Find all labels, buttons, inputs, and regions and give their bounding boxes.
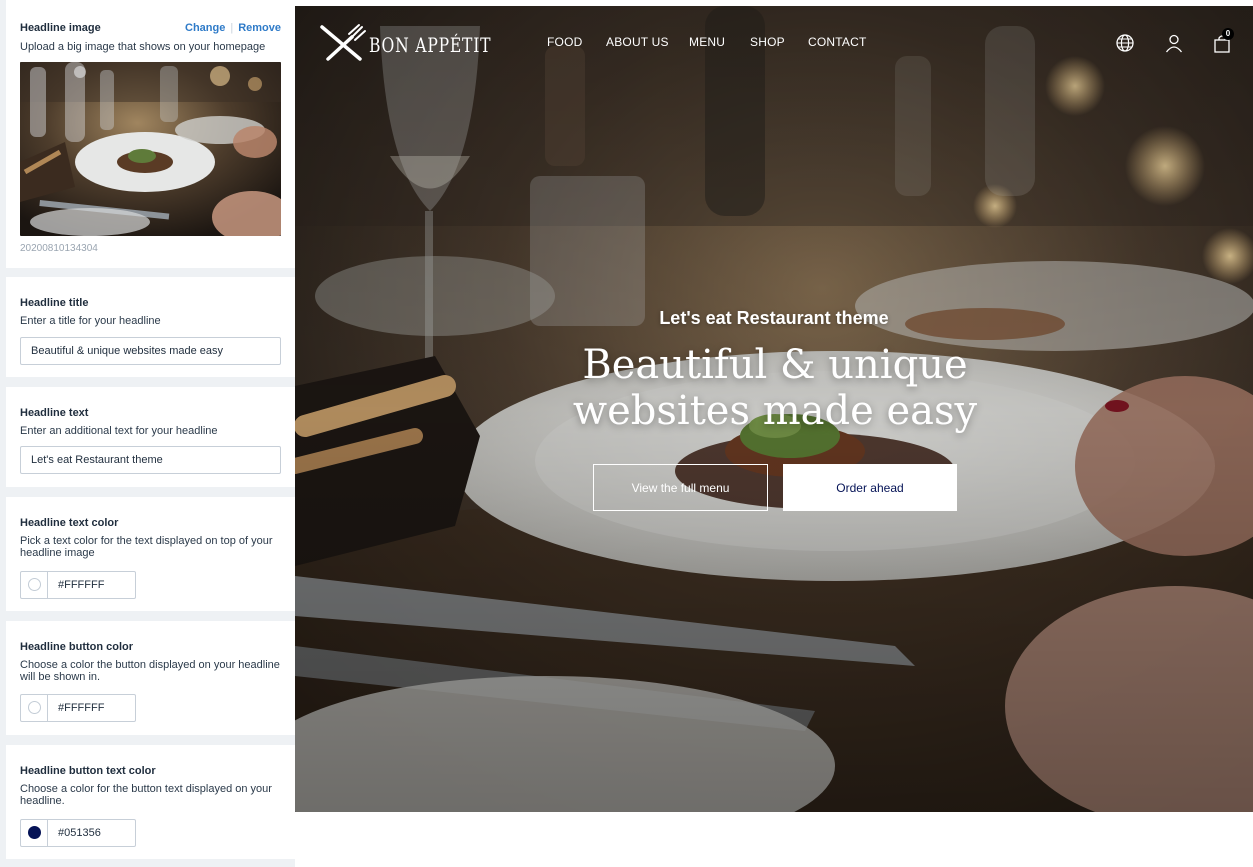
swatch-cell	[21, 695, 48, 721]
button-text-color-picker[interactable]: #051356	[20, 819, 136, 847]
remove-image-link[interactable]: Remove	[238, 22, 281, 34]
user-icon[interactable]	[1164, 33, 1184, 53]
globe-icon[interactable]	[1115, 33, 1135, 53]
headline-button-color-section: Headline button color Choose a color the…	[6, 621, 295, 735]
button-color-value: #FFFFFF	[58, 702, 105, 714]
swatch-cell	[21, 820, 48, 846]
color-swatch	[28, 701, 41, 714]
headline-text-description: Enter an additional text for your headli…	[20, 425, 218, 437]
nav-contact[interactable]: CONTACT	[808, 35, 867, 49]
order-ahead-button[interactable]: Order ahead	[783, 464, 957, 511]
nav-menu[interactable]: MENU	[689, 35, 725, 49]
color-swatch	[28, 578, 41, 591]
headline-title-description: Enter a title for your headline	[20, 315, 161, 327]
swatch-cell	[21, 572, 48, 598]
headline-title-section: Headline title Enter a title for your he…	[6, 277, 295, 377]
color-swatch	[28, 826, 41, 839]
view-full-menu-button[interactable]: View the full menu	[593, 464, 768, 511]
hero-headline: Beautiful & unique websites made easy	[572, 342, 978, 434]
headline-text-color-section: Headline text color Pick a text color fo…	[6, 497, 295, 611]
headline-text-label: Headline text	[20, 407, 89, 419]
headline-text-color-description: Pick a text color for the text displayed…	[20, 535, 273, 559]
brand-logo[interactable]	[318, 23, 368, 68]
button-color-picker[interactable]: #FFFFFF	[20, 694, 136, 722]
headline-title-input[interactable]	[20, 337, 281, 365]
headline-button-color-description: Choose a color the button displayed on y…	[20, 659, 280, 683]
brand-name[interactable]: BON APPÉTIT	[369, 33, 491, 57]
headline-image-section: Headline image Change | Remove Upload a bi…	[6, 0, 295, 268]
text-color-picker[interactable]: #FFFFFF	[20, 571, 136, 599]
button-text-color-value: #051356	[58, 827, 101, 839]
text-color-value: #FFFFFF	[58, 579, 105, 591]
headline-button-text-color-section: Headline button text color Choose a colo…	[6, 745, 295, 859]
nav-about-us[interactable]: ABOUT US	[606, 35, 669, 49]
nav-food[interactable]: FOOD	[547, 35, 582, 49]
image-actions: Change | Remove	[185, 22, 281, 34]
headline-title-label: Headline title	[20, 297, 89, 309]
change-image-link[interactable]: Change	[185, 22, 225, 34]
cart-count-badge: 0	[1222, 28, 1234, 40]
headline-image-title: Headline image	[20, 22, 101, 34]
headline-button-color-label: Headline button color	[20, 641, 134, 653]
headline-text-section: Headline text Enter an additional text f…	[6, 387, 295, 487]
headline-image-description: Upload a big image that shows on your ho…	[20, 41, 266, 53]
headline-text-color-label: Headline text color	[20, 517, 119, 529]
site-header: BON APPÉTIT FOOD ABOUT US MENU SHOP CONT…	[295, 6, 1253, 76]
headline-text-input[interactable]	[20, 446, 281, 474]
fork-knife-icon	[320, 24, 366, 61]
settings-panel: Headline image Change | Remove Upload a bi…	[0, 0, 295, 867]
homepage-preview: BON APPÉTIT FOOD ABOUT US MENU SHOP CONT…	[295, 6, 1253, 812]
hero-eyebrow-text: Let's eat Restaurant theme	[659, 308, 889, 328]
image-filename: 20200810134304	[20, 243, 98, 254]
headline-image-thumbnail[interactable]	[20, 62, 281, 236]
link-separator: |	[230, 22, 234, 34]
nav-shop[interactable]: SHOP	[750, 35, 785, 49]
headline-button-text-color-description: Choose a color for the button text displ…	[20, 783, 272, 807]
headline-button-text-color-label: Headline button text color	[20, 765, 156, 777]
